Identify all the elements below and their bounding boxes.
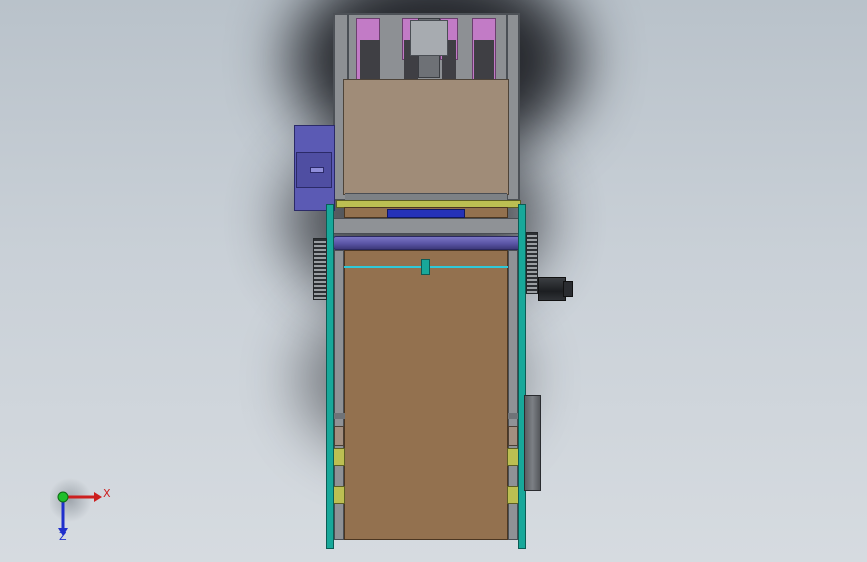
side-drive-motor[interactable] <box>538 277 566 301</box>
spring-left <box>313 238 327 300</box>
z-axis-label: Z <box>59 530 67 543</box>
cyan-rail-left[interactable] <box>326 204 334 549</box>
y-axis-marker <box>57 491 69 503</box>
dark-block-right <box>474 40 494 80</box>
yellow-band-left-2 <box>333 486 345 504</box>
cyan-rail-right[interactable] <box>518 204 526 549</box>
x-axis-label: X <box>103 487 111 500</box>
screw-cap <box>410 20 448 56</box>
blue-bar[interactable] <box>387 209 465 218</box>
motor-end-cap <box>563 281 573 297</box>
bearing-left <box>334 426 344 446</box>
yellow-band-left-1 <box>333 448 345 466</box>
triad-shade <box>50 478 92 522</box>
spring-right <box>526 232 538 294</box>
cad-viewport[interactable]: X Z <box>0 0 867 562</box>
bearing-right <box>508 426 518 446</box>
cross-plate-upper <box>333 218 522 234</box>
cross-bar-lower-1 <box>333 413 345 419</box>
conveyor-belt[interactable] <box>344 250 508 540</box>
wire-clamp[interactable] <box>421 259 430 275</box>
dark-block-left <box>360 40 380 80</box>
tan-panel[interactable] <box>343 79 509 195</box>
drive-roller[interactable] <box>333 236 522 250</box>
side-wheel[interactable] <box>524 395 541 491</box>
motor-shaft <box>310 167 324 173</box>
